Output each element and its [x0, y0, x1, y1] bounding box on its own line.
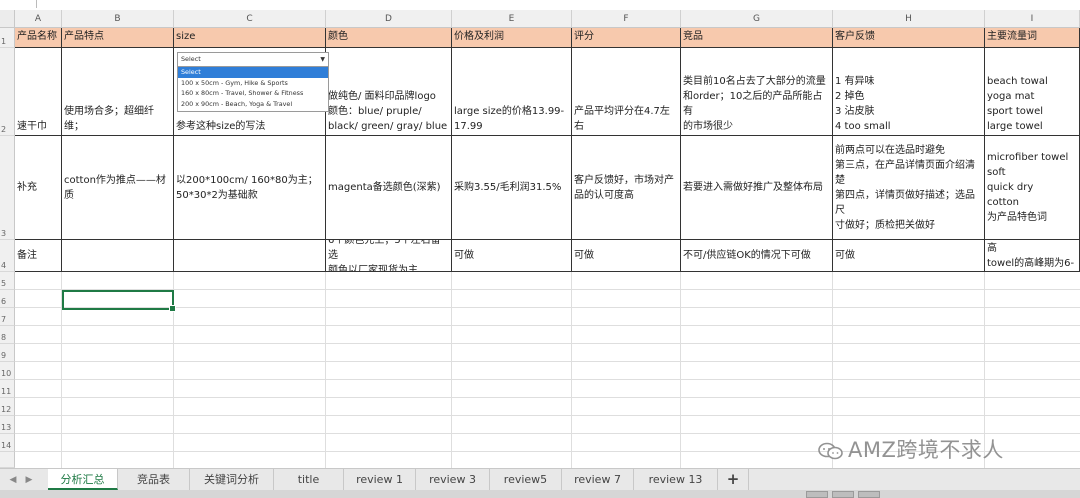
cell-b3[interactable]: cotton作为推点——材质 — [62, 136, 174, 240]
formula-bar-divider — [36, 0, 37, 8]
cell-d3[interactable]: magenta备选颜色(深紫) — [326, 136, 452, 240]
watermark: AMZ跨境不求人 — [818, 434, 1004, 464]
sheet-tab-keywords[interactable]: 关键词分析 — [190, 469, 274, 490]
cell-g4[interactable]: 不可/供应链OK的情况下可做 — [681, 240, 833, 272]
sheet-tab-review-7[interactable]: review 7 — [562, 469, 634, 490]
sheet-tab-bar: ◀ ▶ 分析汇总 竞品表 关键词分析 title review 1 review… — [0, 468, 1080, 491]
select-all-corner[interactable] — [0, 10, 15, 28]
sheet-tab-review5[interactable]: review5 — [490, 469, 562, 490]
column-header-i[interactable]: I — [985, 10, 1080, 28]
column-header-h[interactable]: H — [833, 10, 985, 28]
wechat-logo-icon — [818, 442, 843, 460]
cell-a2[interactable]: 速干巾 — [15, 48, 62, 136]
cell-g3[interactable]: 若要进入需做好推广及整体布局 — [681, 136, 833, 240]
column-header-a[interactable]: A — [15, 10, 62, 28]
sheet-tab-competitors[interactable]: 竞品表 — [118, 469, 190, 490]
cell-i2[interactable]: beach towal yoga mat sport towel large t… — [985, 48, 1080, 136]
cell-h4[interactable]: 可做 — [833, 240, 985, 272]
dropdown-option-200x90[interactable]: 200 x 90cm - Beach, Yoga & Travel — [178, 99, 328, 110]
add-sheet-button[interactable]: + — [718, 469, 749, 490]
next-sheet-icon[interactable]: ▶ — [22, 473, 36, 487]
dropdown-arrow-icon[interactable]: ▼ — [320, 53, 325, 66]
sheet-tab-review-1[interactable]: review 1 — [344, 469, 416, 490]
cell-i3[interactable]: microfiber towel soft quick dry cotton 为… — [985, 136, 1080, 240]
cell-h2[interactable]: 1 有异味 2 掉色 3 沾皮肤 4 too small — [833, 48, 985, 136]
row-header-2[interactable]: 2 — [0, 48, 15, 136]
row-header-11[interactable]: 11 — [0, 380, 15, 398]
cell-b4[interactable] — [62, 240, 174, 272]
row-header-9[interactable]: 9 — [0, 344, 15, 362]
size-dropdown-select[interactable]: Select ▼ — [178, 53, 328, 67]
prev-sheet-icon[interactable]: ◀ — [6, 473, 20, 487]
header-cell-rating[interactable]: 评分 — [572, 28, 681, 48]
cell-a4[interactable]: 备注 — [15, 240, 62, 272]
size-dropdown[interactable]: Select ▼ Select 100 x 50cm - Gym, Hike &… — [177, 52, 329, 112]
column-header-e[interactable]: E — [452, 10, 572, 28]
header-cell-price-profit[interactable]: 价格及利润 — [452, 28, 572, 48]
cell-e4[interactable]: 可做 — [452, 240, 572, 272]
column-header-g[interactable]: G — [681, 10, 833, 28]
cell-a3[interactable]: 补充 — [15, 136, 62, 240]
cell-c4[interactable] — [174, 240, 326, 272]
watermark-text: AMZ跨境不求人 — [848, 438, 1004, 462]
sheet-tab-title[interactable]: title — [274, 469, 344, 490]
page-layout-view-button[interactable] — [832, 491, 854, 498]
cell-e3[interactable]: 采购3.55/毛利润31.5% — [452, 136, 572, 240]
header-cell-size[interactable]: size — [174, 28, 326, 48]
dropdown-option-select[interactable]: Select — [178, 67, 328, 78]
cell-b2[interactable]: 使用场合多；超细纤维； — [62, 48, 174, 136]
row-header-4[interactable]: 4 — [0, 240, 15, 272]
row-header-7[interactable]: 7 — [0, 308, 15, 326]
dropdown-option-160x80[interactable]: 160 x 80cm - Travel, Shower & Fitness — [178, 88, 328, 99]
cell-c3[interactable]: 以200*100cm/ 160*80为主； 50*30*2为基础款 — [174, 136, 326, 240]
sheet-tab-summary[interactable]: 分析汇总 — [48, 469, 118, 490]
header-cell-color[interactable]: 颜色 — [326, 28, 452, 48]
cell-e2[interactable]: large size的价格13.99- 17.99 — [452, 48, 572, 136]
cell-i4[interactable]: 时间上，yoga流量高 towel的高峰期为6-8 — [985, 240, 1080, 272]
cell-f4[interactable]: 可做 — [572, 240, 681, 272]
sheet-tab-review-3[interactable]: review 3 — [416, 469, 490, 490]
cell-f3[interactable]: 客户反馈好，市场对产 品的认可度高 — [572, 136, 681, 240]
column-header-d[interactable]: D — [326, 10, 452, 28]
row-header-6[interactable]: 6 — [0, 290, 15, 308]
row-header-8[interactable]: 8 — [0, 326, 15, 344]
cell-f2[interactable]: 产品平均评分在4.7左右 — [572, 48, 681, 136]
column-header-b[interactable]: B — [62, 10, 174, 28]
header-cell-traffic-keywords[interactable]: 主要流量词 — [985, 28, 1080, 48]
row-header-10[interactable]: 10 — [0, 362, 15, 380]
header-cell-customer-feedback[interactable]: 客户反馈 — [833, 28, 985, 48]
row-header-13[interactable]: 13 — [0, 416, 15, 434]
header-cell-product-features[interactable]: 产品特点 — [62, 28, 174, 48]
row-header-5[interactable]: 5 — [0, 272, 15, 290]
sheet-tab-review-13[interactable]: review 13 — [634, 469, 718, 490]
row-header-15[interactable] — [0, 452, 15, 468]
column-header-c[interactable]: C — [174, 10, 326, 28]
status-bar — [0, 490, 1080, 498]
selected-cell-b6[interactable] — [62, 290, 176, 312]
normal-view-button[interactable] — [806, 491, 828, 498]
header-cell-product-name[interactable]: 产品名称 — [15, 28, 62, 48]
dropdown-option-100x50[interactable]: 100 x 50cm - Gym, Hike & Sports — [178, 78, 328, 89]
page-break-view-button[interactable] — [858, 491, 880, 498]
row-header-3[interactable]: 3 — [0, 136, 15, 240]
column-header-f[interactable]: F — [572, 10, 681, 28]
cell-d2[interactable]: 做纯色/ 面料印品牌logo 颜色：blue/ pruple/ black/ g… — [326, 48, 452, 136]
cell-g2[interactable]: 类目前10名占去了大部分的流量 和order；10之后的产品所能占有 的市场很少 — [681, 48, 833, 136]
row-header-12[interactable]: 12 — [0, 398, 15, 416]
row-header-14[interactable]: 14 — [0, 434, 15, 452]
size-dropdown-value: Select — [181, 55, 201, 63]
cell-h3[interactable]: 前两点可以在选品时避免 第三点，在产品详情页面介绍清楚 第四点，详情页做好描述；… — [833, 136, 985, 240]
row-header-1[interactable]: 1 — [0, 28, 15, 48]
cell-d4[interactable]: 6个颜色先上；5个左右备选 颜色以厂家现货为主 — [326, 240, 452, 272]
header-cell-competitors[interactable]: 竞品 — [681, 28, 833, 48]
